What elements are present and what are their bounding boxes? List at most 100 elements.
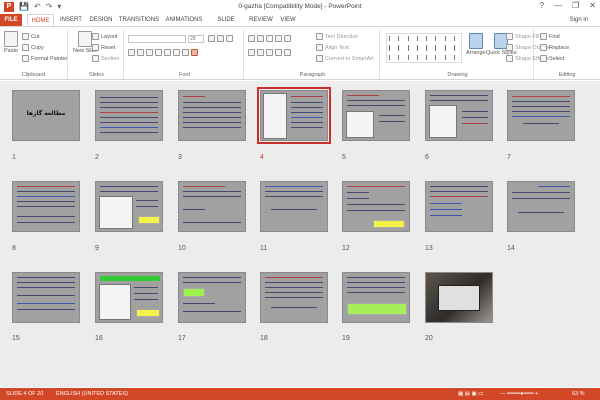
tab-transitions[interactable]: TRANSITIONS <box>118 14 160 26</box>
slide-thumbnail-9[interactable] <box>95 181 163 232</box>
slide-number: 14 <box>507 245 515 252</box>
slide-title: مطالعه گازها <box>26 110 66 117</box>
slide-number: 16 <box>95 335 103 342</box>
layout-icon <box>92 33 99 40</box>
italic-icon <box>137 49 144 56</box>
slide-number: 18 <box>260 335 268 342</box>
slide-thumbnail-10[interactable] <box>178 181 246 232</box>
slide-thumbnail-7[interactable] <box>507 90 575 141</box>
slide-thumbnail-11[interactable] <box>260 181 328 232</box>
smartart-button[interactable]: Convert to SmartArt <box>316 55 374 62</box>
slide-thumbnail-12[interactable] <box>342 181 410 232</box>
shape-fill-icon <box>506 33 513 40</box>
shape-effects-icon <box>506 55 513 62</box>
smartart-icon <box>316 55 323 62</box>
tab-view[interactable]: VIEW <box>278 14 298 26</box>
bullets-icon <box>248 35 255 42</box>
slide-thumbnail-5[interactable] <box>342 90 410 141</box>
font-group-label: Font <box>178 72 190 78</box>
slide-thumbnail-16[interactable] <box>95 272 163 323</box>
tab-file[interactable]: FILE <box>0 14 22 26</box>
tab-design[interactable]: DESIGN <box>88 14 114 26</box>
font-group: 28 Font <box>126 29 244 79</box>
help-icon[interactable]: ? <box>540 1 544 10</box>
shadow-icon <box>164 49 171 56</box>
zoom-level[interactable]: 63 % <box>572 391 585 397</box>
slide-number: 8 <box>12 245 16 252</box>
slide-thumbnail-3[interactable] <box>178 90 246 141</box>
shape-fill-button[interactable]: Shape Fill <box>506 33 539 40</box>
drawing-group-label: Drawing <box>447 72 468 78</box>
copy-button[interactable]: Copy <box>22 44 44 51</box>
slide-thumbnail-18[interactable] <box>260 272 328 323</box>
slide-number: 10 <box>178 245 186 252</box>
font-name-input[interactable] <box>128 35 186 43</box>
paste-button[interactable]: Paste <box>4 31 18 54</box>
slide-position-status[interactable]: SLIDE 4 OF 20 <box>6 391 43 397</box>
zoom-slider[interactable]: — ━━━━●━━━ + <box>500 391 538 397</box>
slide-thumbnail-17[interactable] <box>178 272 246 323</box>
slide-number: 6 <box>425 154 429 161</box>
section-button[interactable]: Section <box>92 55 119 62</box>
cut-button[interactable]: Cut <box>22 33 40 40</box>
slide-number: 1 <box>12 154 16 161</box>
format-painter-label: Format Painter <box>31 55 68 62</box>
align-buttons[interactable] <box>248 49 291 56</box>
close-icon[interactable]: ✕ <box>589 1 596 10</box>
shapes-gallery[interactable] <box>386 33 462 63</box>
slide-number: 9 <box>95 245 99 252</box>
format-painter-button[interactable]: Format Painter <box>22 55 67 62</box>
view-buttons[interactable]: ▦ ▤ ▣ ▭ <box>458 391 483 397</box>
slides-group: New Slide Layout Reset Section Slides <box>70 29 124 79</box>
tab-slide-show[interactable]: SLIDE SHOW <box>208 14 244 35</box>
slide-thumbnail-1[interactable]: مطالعه گازها <box>12 90 80 141</box>
change-case-icon <box>182 49 189 56</box>
align-text-icon <box>316 44 323 51</box>
layout-button[interactable]: Layout <box>92 33 118 40</box>
tab-animations[interactable]: ANIMATIONS <box>164 14 204 26</box>
arrange-icon <box>468 33 483 49</box>
select-button[interactable]: Select <box>540 55 564 62</box>
arrange-button[interactable]: Arrange <box>466 33 486 56</box>
reset-button[interactable]: Reset <box>92 44 115 51</box>
ribbon-tabs: FILE HOME INSERT DESIGN TRANSITIONS ANIM… <box>0 14 600 35</box>
slide-thumbnail-8[interactable] <box>12 181 80 232</box>
restore-icon[interactable]: ❐ <box>572 1 579 10</box>
paste-icon <box>4 31 19 47</box>
laptop-screen <box>438 285 480 311</box>
find-button[interactable]: Find <box>540 33 560 40</box>
font-size-input[interactable]: 28 <box>188 35 204 43</box>
tab-insert[interactable]: INSERT <box>58 14 84 26</box>
paste-label: Paste <box>4 48 19 54</box>
slide-number: 17 <box>178 335 186 342</box>
tab-home[interactable]: HOME <box>27 14 54 26</box>
text-direction-button[interactable]: Text Direction <box>316 33 358 40</box>
slide-thumbnail-2[interactable] <box>95 90 163 141</box>
list-buttons[interactable] <box>248 35 291 42</box>
slide-thumbnail-6[interactable] <box>425 90 493 141</box>
slide-number: 11 <box>260 245 268 252</box>
slide-number: 15 <box>12 335 20 342</box>
sign-in-link[interactable]: Sign in <box>570 14 588 26</box>
font-style-buttons[interactable] <box>128 49 198 56</box>
text-direction-icon <box>316 33 323 40</box>
slide-thumbnail-13[interactable] <box>425 181 493 232</box>
slide-thumbnail-14[interactable] <box>507 181 575 232</box>
language-status[interactable]: ENGLISH (UNITED STATES) <box>56 391 128 397</box>
replace-button[interactable]: Replace <box>540 44 569 51</box>
slide-thumbnail-20[interactable] <box>425 272 493 323</box>
slide-thumbnail-15[interactable] <box>12 272 80 323</box>
clipboard-group-label: Clipboard <box>21 72 46 78</box>
paragraph-group-label: Paragraph <box>299 72 326 78</box>
slide-thumbnail-4[interactable] <box>257 87 331 144</box>
tab-review[interactable]: REVIEW <box>248 14 274 26</box>
clear-formatting-icon <box>226 35 233 42</box>
font-size-buttons[interactable] <box>208 35 233 42</box>
slide-thumbnail-19[interactable] <box>342 272 410 323</box>
align-text-button[interactable]: Align Text <box>316 44 349 51</box>
status-bar: SLIDE 4 OF 20 ENGLISH (UNITED STATES) ▦ … <box>0 388 600 400</box>
slide-number: 12 <box>342 245 350 252</box>
decrease-indent-icon <box>266 35 273 42</box>
minimize-icon[interactable]: — <box>554 1 562 10</box>
find-icon <box>540 33 547 40</box>
